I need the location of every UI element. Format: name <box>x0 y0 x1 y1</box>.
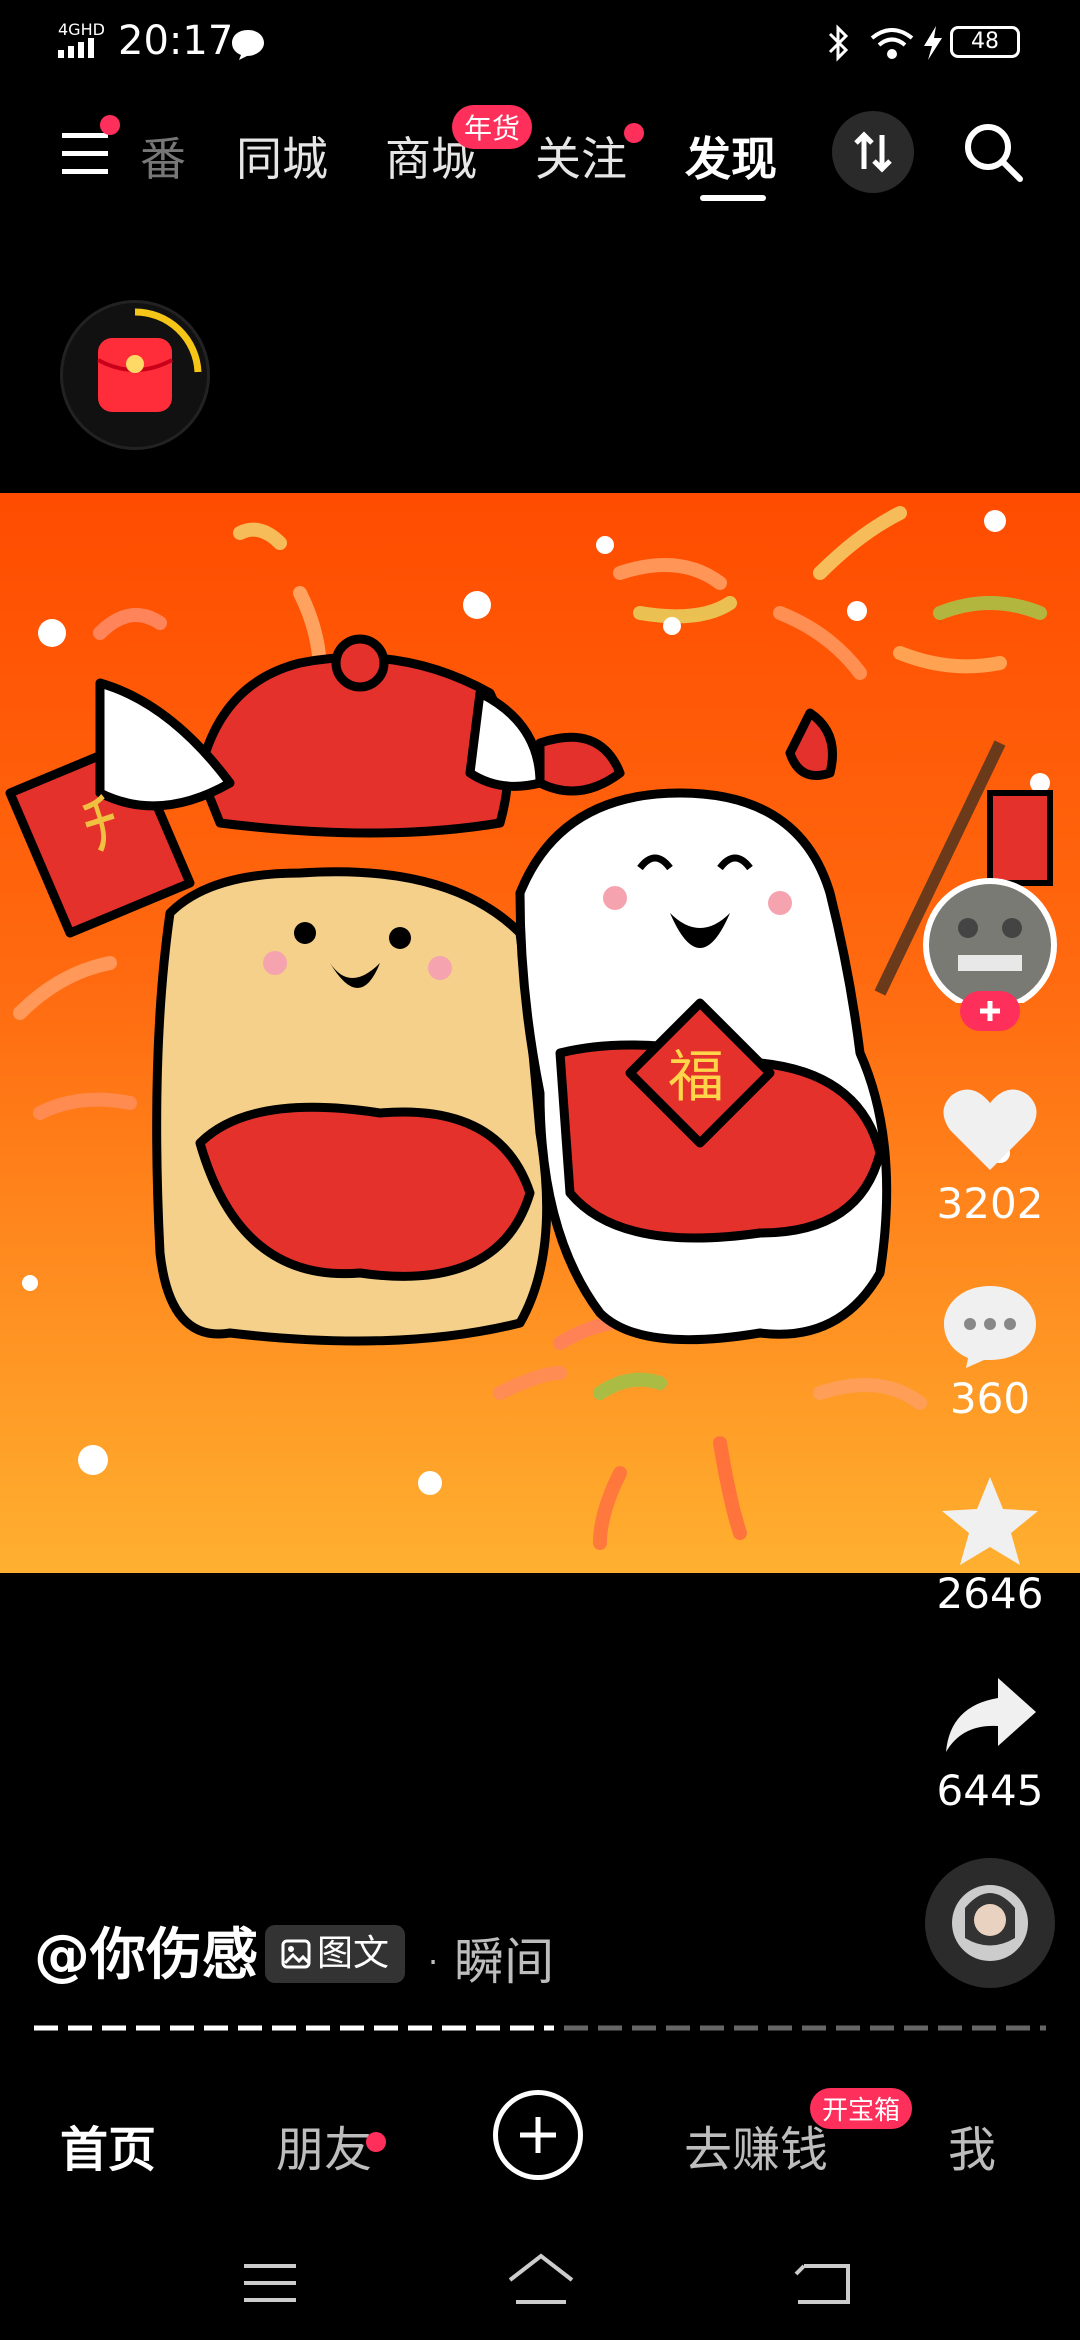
red-packet-timer[interactable] <box>60 300 210 450</box>
menu-icon[interactable] <box>60 127 112 179</box>
separator: · <box>428 1943 439 1981</box>
plus-icon <box>520 2117 556 2153</box>
like-button[interactable]: 3202 <box>920 1085 1060 1228</box>
nav-home[interactable]: 首页 <box>60 2110 156 2180</box>
top-nav: 番 同城 商城 年货 关注 发现 <box>0 95 1080 205</box>
friends-dot <box>366 2132 386 2152</box>
tab-following[interactable]: 关注 <box>535 123 627 189</box>
bluetooth-icon <box>828 24 849 62</box>
sys-home-icon[interactable] <box>506 2252 576 2308</box>
status-bar: 4GHD 20:17 48 <box>0 0 1080 90</box>
author-avatar[interactable] <box>918 873 1062 1031</box>
illustration: ﾁ 福 <box>5 506 1053 1550</box>
post-image[interactable]: ﾁ 福 <box>0 493 1080 1573</box>
signal-icon <box>58 38 94 58</box>
follow-button[interactable] <box>960 991 1020 1031</box>
earn-badge: 开宝箱 <box>810 2088 913 2129</box>
favorite-button[interactable]: 2646 <box>920 1475 1060 1618</box>
bottom-nav: 首页 朋友 去赚钱 开宝箱 我 <box>0 2080 1080 2200</box>
heart-icon <box>943 1089 1037 1170</box>
status-time: 20:17 <box>118 18 234 64</box>
charging-icon <box>924 26 942 60</box>
plus-icon <box>980 1001 1000 1021</box>
share-button[interactable]: 6445 <box>920 1672 1060 1815</box>
menu-notification-dot <box>100 115 120 135</box>
image-progress-bar <box>34 2025 1046 2031</box>
fu-character: 福 <box>668 1045 724 1110</box>
share-icon <box>946 1678 1036 1752</box>
favorite-count: 2646 <box>936 1569 1044 1618</box>
nav-friends[interactable]: 朋友 <box>276 2110 372 2180</box>
red-packet-icon <box>97 308 202 412</box>
post-type-tag: 图文 <box>265 1925 406 1983</box>
mall-badge: 年货 <box>452 105 533 149</box>
comment-icon <box>944 1286 1036 1368</box>
search-icon[interactable] <box>960 119 1026 185</box>
message-bubble-icon <box>232 30 264 60</box>
share-count: 6445 <box>936 1766 1044 1815</box>
tab-tongcheng[interactable]: 同城 <box>236 123 328 189</box>
nav-earn[interactable]: 去赚钱 <box>684 2110 828 2180</box>
sys-back-icon[interactable] <box>792 2256 852 2306</box>
post-type-label: 图文 <box>317 1933 390 1974</box>
system-nav <box>0 2240 1080 2340</box>
comment-count: 360 <box>949 1374 1031 1423</box>
swap-button[interactable] <box>832 111 914 193</box>
swap-icon <box>854 131 892 173</box>
tab-partial[interactable]: 番 <box>140 123 186 189</box>
active-tab-indicator <box>700 195 766 201</box>
star-icon <box>942 1477 1038 1565</box>
create-button[interactable] <box>493 2090 583 2180</box>
comment-button[interactable]: 360 <box>920 1280 1060 1423</box>
image-icon <box>281 1939 311 1969</box>
like-count: 3202 <box>936 1179 1044 1228</box>
battery-level: 48 <box>950 26 1020 58</box>
following-dot <box>624 123 644 143</box>
author-name[interactable]: @你伤感 <box>34 1910 258 1991</box>
avatar <box>923 878 1057 1012</box>
tab-discover[interactable]: 发现 <box>685 123 777 189</box>
sys-menu-icon[interactable] <box>242 2260 298 2306</box>
post-time-label: 瞬间 <box>454 1933 555 1991</box>
music-disc-icon <box>952 1885 1028 1961</box>
nav-me[interactable]: 我 <box>948 2110 996 2180</box>
wifi-icon <box>870 28 914 59</box>
music-disc[interactable] <box>925 1858 1055 1988</box>
post-time: · 瞬间 <box>428 1922 554 1994</box>
